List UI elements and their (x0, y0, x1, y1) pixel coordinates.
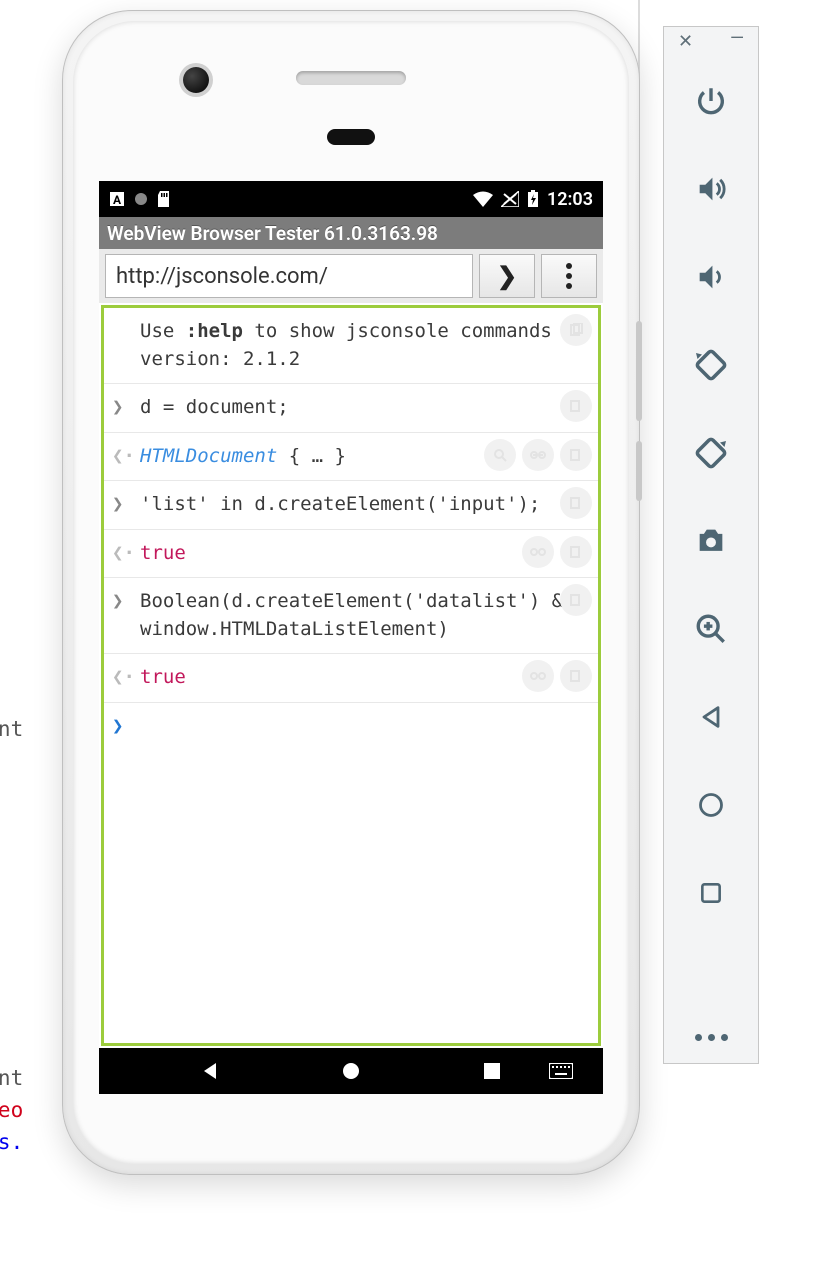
keyboard-status-icon: A (109, 191, 125, 207)
bg-code-fragment: rrent (0, 1066, 23, 1090)
zoom-in-icon (694, 612, 728, 646)
nav-keyboard-button[interactable] (531, 1063, 591, 1079)
url-bar: http://jsconsole.com/ ❯ (99, 249, 603, 303)
phone-screen: A 12:03 WebView Browser Tester 61.0.3163… (99, 181, 603, 1094)
dots-icon (695, 1034, 702, 1041)
screenshot-button[interactable] (681, 511, 741, 571)
camera-icon (694, 524, 728, 558)
android-nav-bar (99, 1048, 603, 1094)
circle-home-icon (697, 791, 725, 819)
console-output-row: ❮· true (104, 530, 598, 579)
dots-icon (708, 1034, 715, 1041)
phone-frame: A 12:03 WebView Browser Tester 61.0.3163… (62, 10, 640, 1175)
console-prompt[interactable]: ❯ (104, 703, 598, 723)
bg-code-fragment: ement (0, 717, 23, 741)
volume-down-icon (694, 260, 728, 294)
copy-icon[interactable] (560, 487, 592, 519)
bg-code-fragment: this. (0, 1130, 23, 1154)
keyboard-icon (549, 1063, 573, 1079)
emulator-back-button[interactable] (681, 687, 741, 747)
square-overview-icon (698, 880, 724, 906)
console-input-row: ❯ Boolean(d.createElement('datalist') &&… (104, 578, 598, 654)
output-caret-icon: ❮· (112, 664, 135, 692)
app-title-bar: WebView Browser Tester 61.0.3163.98 (99, 217, 603, 249)
copy-icon[interactable] (560, 439, 592, 471)
rotate-left-icon (693, 347, 729, 383)
input-caret-icon: ❯ (112, 588, 123, 616)
zoom-button[interactable] (681, 599, 741, 659)
prompt-caret-icon: ❯ (112, 713, 123, 741)
input-caret-icon: ❯ (112, 394, 123, 422)
volume-up-button[interactable] (681, 159, 741, 219)
copy-icon[interactable] (560, 314, 592, 346)
console-output-row: ❮· true (104, 654, 598, 703)
power-icon (694, 84, 728, 118)
minimize-icon: — (730, 28, 744, 49)
phone-camera (183, 67, 209, 93)
nav-home-button[interactable] (321, 1061, 381, 1081)
phone-side-button (636, 321, 642, 421)
dots-icon (566, 273, 572, 279)
url-input[interactable]: http://jsconsole.com/ (105, 254, 473, 298)
rotate-left-button[interactable] (681, 335, 741, 395)
square-recent-icon (483, 1062, 501, 1080)
signal-icon (501, 191, 519, 207)
minimize-button[interactable]: — (730, 30, 744, 48)
chevron-right-icon: ❯ (497, 262, 517, 290)
sd-card-icon (157, 191, 171, 207)
copy-icon[interactable] (560, 584, 592, 616)
link-icon[interactable] (522, 660, 554, 692)
volume-up-icon (694, 172, 728, 206)
rotate-right-button[interactable] (681, 423, 741, 483)
link-icon[interactable] (522, 536, 554, 568)
more-options-button[interactable] (695, 1034, 728, 1063)
battery-icon (527, 190, 539, 208)
dots-icon (566, 283, 572, 289)
emulator-overview-button[interactable] (681, 863, 741, 923)
phone-sensor-pill (327, 129, 375, 145)
emulator-home-button[interactable] (681, 775, 741, 835)
copy-icon[interactable] (560, 660, 592, 692)
copy-icon[interactable] (560, 536, 592, 568)
output-caret-icon: ❮· (112, 443, 135, 471)
triangle-back-icon (697, 703, 725, 731)
triangle-back-icon (200, 1061, 220, 1081)
link-icon[interactable] (522, 439, 554, 471)
bg-code-fragment: anceo (0, 1098, 23, 1122)
menu-button[interactable] (541, 254, 597, 298)
console-input-row: ❯ d = document; (104, 384, 598, 433)
nav-recent-button[interactable] (462, 1062, 522, 1080)
circle-status-icon (133, 191, 149, 207)
emulator-toolbar: ✕ — (663, 26, 759, 1064)
output-caret-icon: ❮· (112, 540, 135, 568)
android-status-bar: A 12:03 (99, 181, 603, 217)
power-button[interactable] (681, 71, 741, 131)
phone-speaker (296, 71, 406, 85)
circle-home-icon (341, 1061, 361, 1081)
input-caret-icon: ❯ (112, 491, 123, 519)
volume-down-button[interactable] (681, 247, 741, 307)
jsconsole: Use :help to show jsconsole commands ver… (101, 305, 601, 1046)
go-button[interactable]: ❯ (479, 254, 535, 298)
rotate-right-icon (693, 435, 729, 471)
status-clock: 12:03 (547, 189, 593, 210)
dots-icon (566, 263, 572, 269)
console-intro: Use :help to show jsconsole commands ver… (104, 308, 598, 384)
console-input-row: ❯ 'list' in d.createElement('input'); (104, 481, 598, 530)
phone-side-button (636, 441, 642, 501)
console-output-row: ❮· HTMLDocument { … } (104, 433, 598, 482)
nav-back-button[interactable] (180, 1061, 240, 1081)
wifi-icon (473, 191, 493, 207)
close-icon: ✕ (678, 31, 693, 52)
copy-icon[interactable] (560, 390, 592, 422)
dots-icon (721, 1034, 728, 1041)
close-button[interactable]: ✕ (678, 33, 693, 51)
search-icon[interactable] (484, 439, 516, 471)
svg-text:A: A (113, 193, 122, 207)
